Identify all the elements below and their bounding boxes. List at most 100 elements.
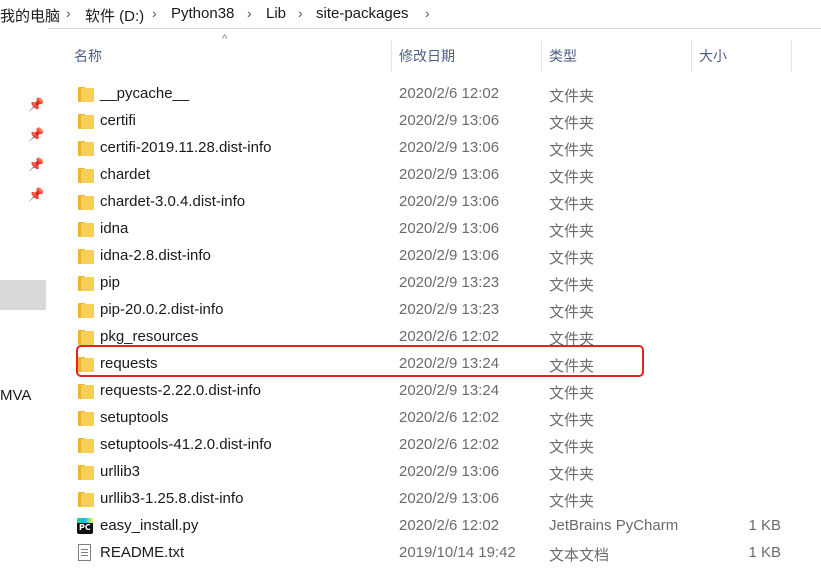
- list-item[interactable]: pip-20.0.2.dist-info 2020/2/9 13:23 文件夹: [66, 297, 791, 324]
- file-type: 文件夹: [549, 250, 595, 267]
- list-item[interactable]: requests-2.22.0.dist-info 2020/2/9 13:24 文…: [66, 378, 791, 405]
- file-date: 2020/2/9 13:06: [399, 112, 500, 129]
- column-header-name[interactable]: 名称: [74, 40, 102, 72]
- highlight-annotation: [76, 345, 644, 377]
- file-name: setuptools-41.2.0.dist-info: [100, 436, 272, 453]
- file-name: chardet: [100, 166, 151, 183]
- folder-icon: [78, 411, 94, 426]
- list-item[interactable]: idna 2020/2/9 13:06 文件夹: [66, 216, 791, 243]
- breadcrumb-item[interactable]: Lib: [266, 5, 286, 22]
- list-item[interactable]: setuptools-41.2.0.dist-info 2020/2/6 12:0…: [66, 432, 791, 459]
- file-name: idna-2.8.dist-info: [100, 247, 211, 264]
- file-type: 文件夹: [549, 466, 595, 483]
- folder-icon: [78, 438, 94, 453]
- folder-icon: [78, 114, 94, 129]
- navigation-pane: 📌 📌 📌 📌 MVA: [0, 28, 48, 583]
- file-date: 2020/2/9 13:06: [399, 463, 500, 480]
- file-name: idna: [100, 220, 129, 237]
- column-header-type[interactable]: 类型: [549, 40, 577, 72]
- list-item[interactable]: idna-2.8.dist-info 2020/2/9 13:06 文件夹: [66, 243, 791, 270]
- file-type: 文件夹: [549, 142, 595, 159]
- breadcrumb-item[interactable]: 我的电脑: [0, 5, 60, 26]
- chevron-right-icon[interactable]: ›: [247, 5, 252, 21]
- pin-icon[interactable]: 📌: [28, 158, 44, 172]
- pycharm-file-icon: PC: [77, 518, 93, 534]
- folder-icon: [78, 303, 94, 318]
- column-header-date[interactable]: 修改日期: [399, 40, 455, 72]
- list-item[interactable]: certifi-2019.11.28.dist-info 2020/2/9 13:…: [66, 135, 791, 162]
- file-name: certifi-2019.11.28.dist-info: [100, 139, 272, 156]
- file-name: urllib3-1.25.8.dist-info: [100, 490, 244, 507]
- file-name: urllib3: [100, 463, 141, 480]
- folder-icon: [78, 87, 94, 102]
- folder-icon: [78, 330, 94, 345]
- file-name: __pycache__: [100, 85, 190, 102]
- chevron-right-icon[interactable]: ›: [298, 5, 303, 21]
- file-name: requests-2.22.0.dist-info: [100, 382, 261, 399]
- folder-icon: [78, 141, 94, 156]
- file-date: 2020/2/6 12:02: [399, 328, 500, 345]
- list-item[interactable]: urllib3-1.25.8.dist-info 2020/2/9 13:06 文件…: [66, 486, 791, 513]
- column-divider[interactable]: [541, 40, 542, 72]
- file-size: 1 KB: [748, 517, 781, 534]
- nav-item-label[interactable]: MVA: [0, 387, 31, 404]
- column-divider[interactable]: [391, 40, 392, 72]
- folder-icon: [78, 465, 94, 480]
- chevron-right-icon[interactable]: ›: [152, 5, 157, 21]
- file-type: 文件夹: [549, 169, 595, 186]
- folder-icon: [78, 222, 94, 237]
- folder-icon: [78, 276, 94, 291]
- list-item[interactable]: urllib3 2020/2/9 13:06 文件夹: [66, 459, 791, 486]
- file-type: JetBrains PyCharm: [549, 517, 679, 534]
- file-date: 2019/10/14 19:42: [399, 544, 516, 561]
- file-date: 2020/2/9 13:06: [399, 220, 500, 237]
- file-name: easy_install.py: [100, 517, 199, 534]
- list-item[interactable]: certifi 2020/2/9 13:06 文件夹: [66, 108, 791, 135]
- file-date: 2020/2/6 12:02: [399, 436, 500, 453]
- file-type: 文件夹: [549, 439, 595, 456]
- address-bar[interactable]: 我的电脑 › 软件 (D:) › Python38 › Lib › site-p…: [0, 0, 821, 29]
- pin-icon[interactable]: 📌: [28, 128, 44, 142]
- file-date: 2020/2/6 12:02: [399, 409, 500, 426]
- file-size: 1 KB: [748, 544, 781, 561]
- pin-icon[interactable]: 📌: [28, 98, 44, 112]
- folder-icon: [78, 195, 94, 210]
- list-item[interactable]: chardet-3.0.4.dist-info 2020/2/9 13:06 文件夹: [66, 189, 791, 216]
- file-name: pkg_resources: [100, 328, 199, 345]
- list-item[interactable]: PC easy_install.py 2020/2/6 12:02 JetBrains…: [66, 513, 791, 540]
- folder-icon: [78, 168, 94, 183]
- file-type: 文件夹: [549, 223, 595, 240]
- file-date: 2020/2/9 13:24: [399, 382, 500, 399]
- breadcrumb-item[interactable]: Python38: [171, 5, 234, 22]
- chevron-right-icon[interactable]: ›: [425, 5, 430, 21]
- folder-icon: [78, 384, 94, 399]
- sort-ascending-icon: ^: [222, 33, 228, 45]
- file-date: 2020/2/9 13:23: [399, 274, 500, 291]
- file-date: 2020/2/9 13:06: [399, 247, 500, 264]
- file-date: 2020/2/6 12:02: [399, 85, 500, 102]
- file-type: 文本文档: [549, 547, 610, 564]
- list-item[interactable]: __pycache__ 2020/2/6 12:02 文件夹: [66, 81, 791, 108]
- column-header-size[interactable]: 大小: [699, 40, 727, 72]
- list-item[interactable]: pip 2020/2/9 13:23 文件夹: [66, 270, 791, 297]
- breadcrumb-item[interactable]: site-packages: [316, 5, 409, 22]
- file-date: 2020/2/9 13:23: [399, 301, 500, 318]
- breadcrumb-item[interactable]: 软件 (D:): [85, 5, 144, 26]
- chevron-right-icon[interactable]: ›: [66, 5, 71, 21]
- pin-icon[interactable]: 📌: [28, 188, 44, 202]
- nav-selected-item[interactable]: [0, 280, 46, 310]
- file-type: 文件夹: [549, 385, 595, 402]
- file-type: 文件夹: [549, 493, 595, 510]
- folder-icon: [78, 249, 94, 264]
- file-date: 2020/2/9 13:06: [399, 193, 500, 210]
- file-date: 2020/2/9 13:06: [399, 166, 500, 183]
- column-divider[interactable]: [791, 40, 792, 72]
- file-name: README.txt: [100, 544, 185, 561]
- file-name: pip: [100, 274, 121, 291]
- list-item[interactable]: chardet 2020/2/9 13:06 文件夹: [66, 162, 791, 189]
- column-divider[interactable]: [691, 40, 692, 72]
- list-item[interactable]: setuptools 2020/2/6 12:02 文件夹: [66, 405, 791, 432]
- file-date: 2020/2/9 13:06: [399, 490, 500, 507]
- file-type: 文件夹: [549, 196, 595, 213]
- list-item[interactable]: README.txt 2019/10/14 19:42 文本文档 1 KB: [66, 540, 791, 567]
